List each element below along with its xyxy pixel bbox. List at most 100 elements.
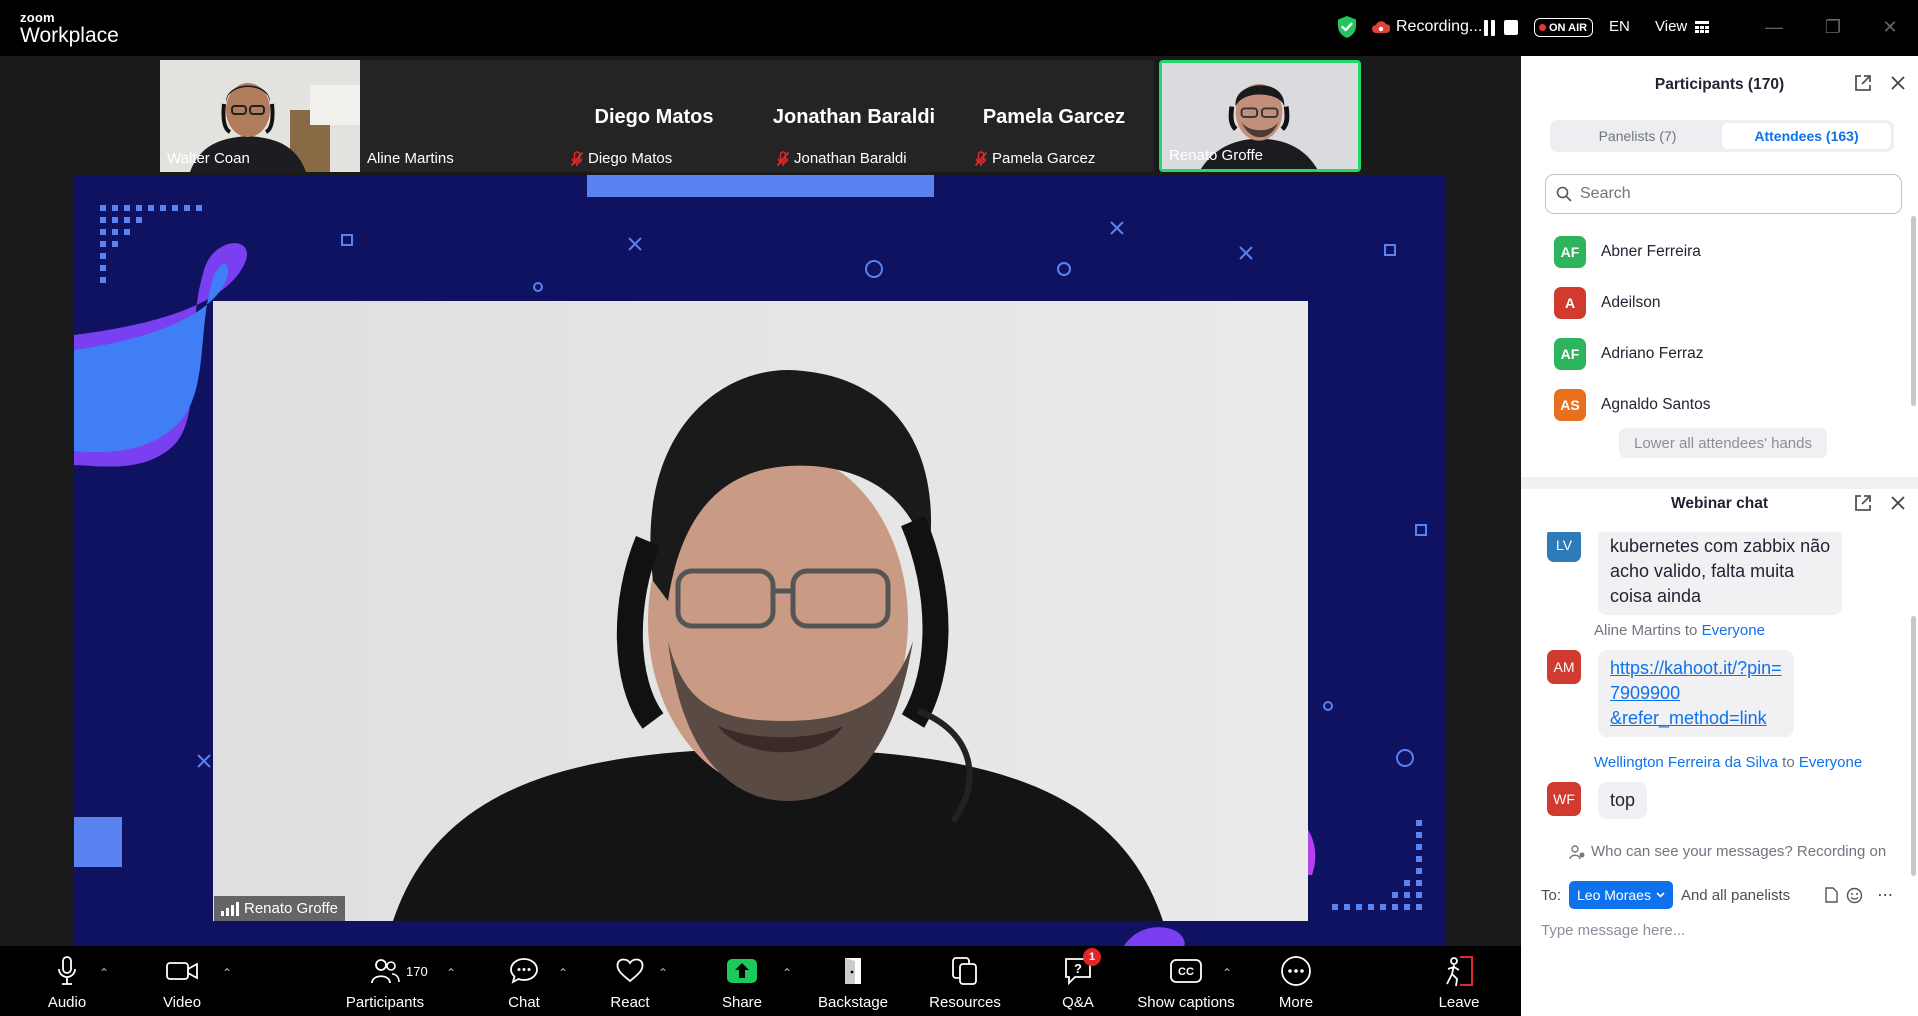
close-panel-icon[interactable] [1890,75,1906,91]
chat-scrollbar[interactable] [1911,616,1916,876]
message-sender: Wellington Ferreira da Silva to Everyone [1594,754,1863,771]
chat-options-caret[interactable]: ⌃ [558,966,568,980]
to-label: To: [1541,886,1562,904]
share-button[interactable]: Share [720,946,764,1016]
zoom-workplace-logo: zoom Workplace [20,11,119,46]
qa-button[interactable]: ? 1 Q&A [1058,946,1101,1016]
gallery-strip: Walter Coan Aline Martins Diego Matos Di… [160,60,1361,172]
participants-icon [368,954,402,988]
grid-view-icon [1695,20,1710,33]
chat-button[interactable]: Chat [504,946,544,1016]
participant-display-name: Pamela Garcez [982,106,1126,128]
more-dots-icon [1279,954,1313,988]
pause-recording-button[interactable] [1484,20,1497,36]
message-visibility-note[interactable]: Who can see your messages? Recording on [1569,843,1886,860]
close-window-icon[interactable]: ✕ [1877,14,1903,40]
audio-button[interactable]: Audio [45,946,89,1016]
video-options-caret[interactable]: ⌃ [222,966,232,980]
share-options-caret[interactable]: ⌃ [782,966,792,980]
encryption-shield-icon[interactable] [1336,15,1358,39]
backstage-door-icon [836,954,870,988]
participant-name: Renato Groffe [1169,147,1263,164]
thumbnail-diego-matos[interactable]: Diego Matos Diego Matos [554,60,754,172]
participant-display-name: Diego Matos [594,106,714,128]
view-button[interactable]: View [1655,18,1710,35]
language-button[interactable]: EN [1609,18,1630,35]
on-air-badge: ON AIR [1534,18,1594,37]
thumbnail-jonathan-baraldi[interactable]: Jonathan Baraldi Jonathan Baraldi [754,60,954,172]
thumbnail-renato-groffe[interactable]: Renato Groffe [1159,60,1361,172]
resources-button[interactable]: Resources [929,946,1001,1016]
pop-out-icon[interactable] [1854,74,1872,92]
list-item[interactable]: AF Adriano Ferraz [1554,328,1874,379]
participants-options-caret[interactable]: ⌃ [446,966,456,980]
participant-search-input[interactable]: Search [1545,174,1902,214]
chat-messages: LV kubernetes com zabbix não acho valido… [1521,532,1918,886]
heart-bubble-icon [613,954,647,988]
attendee-name: Agnaldo Santos [1601,395,1711,413]
stop-recording-button[interactable] [1504,20,1518,35]
emoji-icon[interactable] [1846,887,1863,904]
meeting-toolbar: Audio ⌃ Video ⌃ Participants 170 ⌃ Chat … [0,946,1521,1016]
recording-indicator[interactable]: Recording... [1372,18,1482,36]
chat-message: AM https://kahoot.it/?pin= 7909900 &refe… [1547,650,1794,737]
main-video[interactable]: Renato Groffe [213,301,1308,921]
avatar: AF [1554,235,1586,268]
search-placeholder: Search [1580,185,1631,202]
chat-recipient-bar: To: Leo Moraes And all panelists ⋯ [1541,881,1901,909]
close-chat-icon[interactable] [1890,495,1906,511]
chat-message: LV kubernetes com zabbix não acho valido… [1547,532,1843,615]
maximize-icon[interactable]: ❐ [1820,14,1846,40]
backstage-button[interactable]: Backstage [816,946,890,1016]
signal-strength-icon [221,901,239,916]
participants-button[interactable]: Participants [345,946,425,1016]
more-options-icon[interactable]: ⋯ [1877,885,1893,905]
react-options-caret[interactable]: ⌃ [658,966,668,980]
message-bubble: top [1598,782,1648,819]
avatar: AS [1554,388,1586,421]
svg-text:?: ? [1074,961,1082,976]
audio-options-caret[interactable]: ⌃ [99,966,109,980]
on-air-dot-icon [1539,24,1546,31]
participant-name: Jonathan Baraldi [776,150,907,167]
leave-exit-icon [1442,954,1476,988]
message-link[interactable]: https://kahoot.it/?pin= 7909900 &refer_m… [1598,650,1794,737]
thumbnail-pamela-garcez[interactable]: Pamela Garcez Pamela Garcez [954,60,1154,172]
cloud-record-icon [1372,21,1390,33]
search-icon [1556,186,1572,202]
tab-panelists[interactable]: Panelists (7) [1553,123,1722,149]
speaker-webcam-image [213,301,1308,921]
list-item[interactable]: AF Abner Ferreira [1554,226,1874,277]
lower-all-hands-button[interactable]: Lower all attendees' hands [1619,428,1827,458]
file-icon[interactable] [1824,887,1838,903]
minimize-icon[interactable]: — [1761,14,1787,40]
message-bubble: kubernetes com zabbix não acho valido, f… [1598,532,1843,615]
list-item[interactable]: A Adeilson [1554,277,1874,328]
video-button[interactable]: Video [160,946,204,1016]
qa-badge: 1 [1083,948,1101,966]
pop-out-chat-icon[interactable] [1854,494,1872,512]
on-air-label: ON AIR [1549,21,1588,34]
chat-message-input[interactable]: Type message here... [1541,922,1685,939]
participants-panel-actions [1854,74,1906,92]
attendee-list-scrollbar[interactable] [1911,216,1916,406]
chat-bubble-icon [507,954,541,988]
and-panelists-label: And all panelists [1680,886,1791,904]
tab-attendees[interactable]: Attendees (163) [1722,123,1891,149]
captions-options-caret[interactable]: ⌃ [1222,966,1232,980]
microphone-icon [50,954,84,988]
thumbnail-walter-coan[interactable]: Walter Coan [160,60,360,172]
mic-muted-icon [776,150,790,166]
zoom-window: zoom Workplace Recording... ON AIR EN Vi… [0,0,1918,1016]
thumbnail-aline-martins[interactable]: Aline Martins [360,60,554,172]
attendee-name: Adriano Ferraz [1601,344,1704,362]
mic-muted-icon [570,150,584,166]
avatar: AF [1554,337,1586,370]
list-item[interactable]: AS Agnaldo Santos [1554,379,1874,430]
show-captions-button[interactable]: CC Show captions [1134,946,1238,1016]
participant-name: Aline Martins [367,150,454,167]
more-button[interactable]: More [1273,946,1319,1016]
react-button[interactable]: React [609,946,651,1016]
leave-button[interactable]: Leave [1439,946,1479,1016]
recipient-dropdown[interactable]: Leo Moraes [1569,881,1673,909]
